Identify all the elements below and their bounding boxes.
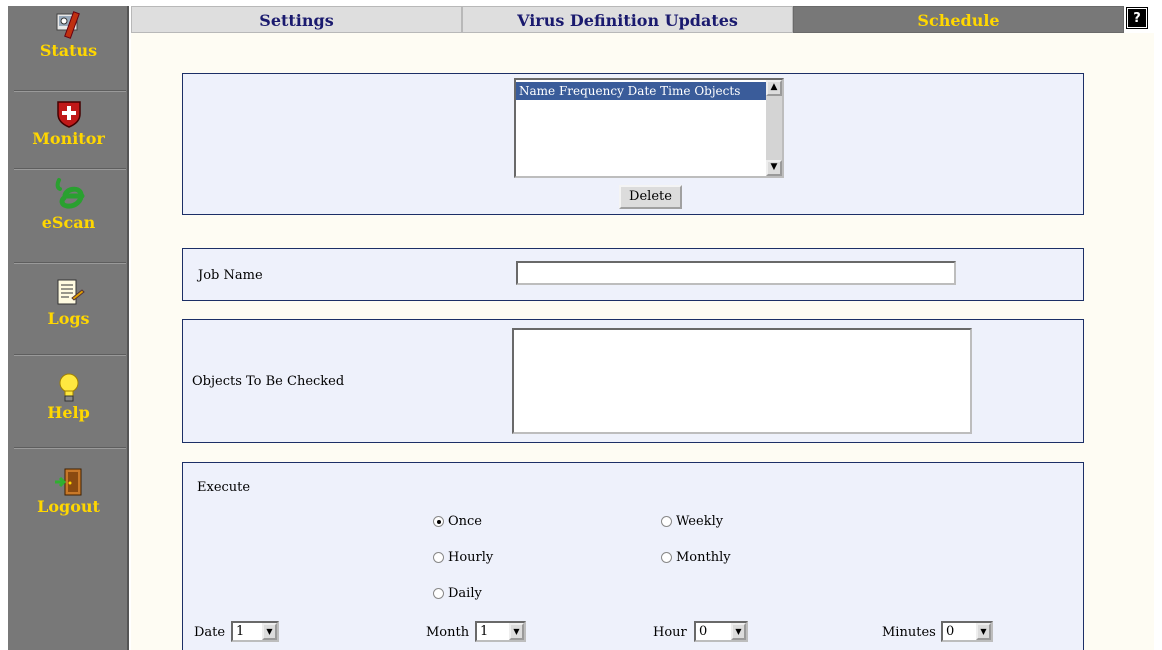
minutes-value: 0 [946,624,955,639]
minutes-label: Minutes [882,625,936,640]
schedule-content: Name Frequency Date Time Objects ▲ ▼ Del… [131,33,1154,650]
tab-schedule[interactable]: Schedule [793,6,1124,33]
radio-unchecked-icon [433,552,444,563]
radio-daily[interactable]: Daily [433,586,482,601]
execute-label: Execute [197,480,251,495]
escan-logo-icon [55,178,84,209]
scroll-up-icon[interactable]: ▲ [766,80,782,96]
radio-label: Once [448,514,483,529]
month-value: 1 [480,624,489,639]
month-label: Month [426,625,470,640]
sidebar-item-monitor[interactable]: Monitor [8,98,129,148]
help-icon[interactable]: ? [1126,7,1148,29]
date-select[interactable]: 1 ▼ [231,621,279,642]
radio-label: Daily [448,586,482,601]
scheduled-jobs-listbox[interactable]: Name Frequency Date Time Objects ▲ ▼ [514,78,784,178]
date-label: Date [194,625,226,640]
radio-hourly[interactable]: Hourly [433,550,493,565]
hour-label: Hour [653,625,687,640]
sidebar-item-escan[interactable]: eScan [8,174,129,232]
minutes-select[interactable]: 0 ▼ [941,621,993,642]
objects-textarea[interactable] [512,328,972,434]
tools-icon [56,11,80,39]
tab-settings[interactable]: Settings [131,6,462,33]
tab-bar: Settings Virus Definition Updates Schedu… [131,6,1154,33]
chevron-down-icon: ▼ [731,623,746,640]
execute-panel: Execute Once Hourly Daily Weekly Monthly… [182,462,1084,650]
objects-label: Objects To Be Checked [192,374,345,389]
sidebar-item-label: Logout [37,497,100,516]
sidebar-item-label: Logs [47,309,90,328]
sidebar-divider [14,168,126,170]
sidebar-item-label: Help [47,403,90,422]
scroll-down-icon[interactable]: ▼ [766,160,782,176]
job-name-panel: Job Name [182,248,1084,301]
delete-button[interactable]: Delete [619,185,682,209]
sidebar-item-logs[interactable]: Logs [8,276,129,328]
month-select[interactable]: 1 ▼ [475,621,526,642]
radio-weekly[interactable]: Weekly [661,514,723,529]
listbox-header[interactable]: Name Frequency Date Time Objects [516,82,766,100]
sidebar-item-status[interactable]: Status [8,8,129,60]
job-name-label: Job Name [198,268,263,283]
sidebar-item-label: eScan [41,213,96,232]
sidebar-divider [14,447,126,449]
shield-icon [56,101,81,128]
radio-once[interactable]: Once [433,514,482,529]
sidebar-divider [14,90,126,92]
radio-label: Monthly [676,550,731,565]
radio-label: Weekly [676,514,724,529]
objects-panel: Objects To Be Checked [182,319,1084,443]
sidebar: Status Monitor eScan Logs Help Logout [8,6,129,650]
date-value: 1 [236,624,245,639]
lightbulb-icon [59,373,78,402]
chevron-down-icon: ▼ [509,623,524,640]
chevron-down-icon: ▼ [262,623,277,640]
radio-checked-icon [433,516,444,527]
tab-virus-definition-updates[interactable]: Virus Definition Updates [462,6,793,33]
sidebar-item-label: Status [39,41,98,60]
hour-select[interactable]: 0 ▼ [694,621,748,642]
job-name-input[interactable] [516,261,956,285]
exit-door-icon [54,468,81,496]
chevron-down-icon: ▼ [976,623,991,640]
radio-label: Hourly [448,550,494,565]
radio-unchecked-icon [661,552,672,563]
sidebar-item-logout[interactable]: Logout [8,466,129,516]
log-document-icon [57,279,85,305]
radio-unchecked-icon [661,516,672,527]
job-list-panel: Name Frequency Date Time Objects ▲ ▼ Del… [182,73,1084,215]
hour-value: 0 [699,624,708,639]
radio-monthly[interactable]: Monthly [661,550,731,565]
radio-unchecked-icon [433,588,444,599]
sidebar-divider [14,354,126,356]
sidebar-divider [14,262,126,264]
sidebar-item-label: Monitor [32,129,105,148]
listbox-scrollbar[interactable]: ▲ ▼ [766,80,782,176]
sidebar-item-help[interactable]: Help [8,372,129,422]
